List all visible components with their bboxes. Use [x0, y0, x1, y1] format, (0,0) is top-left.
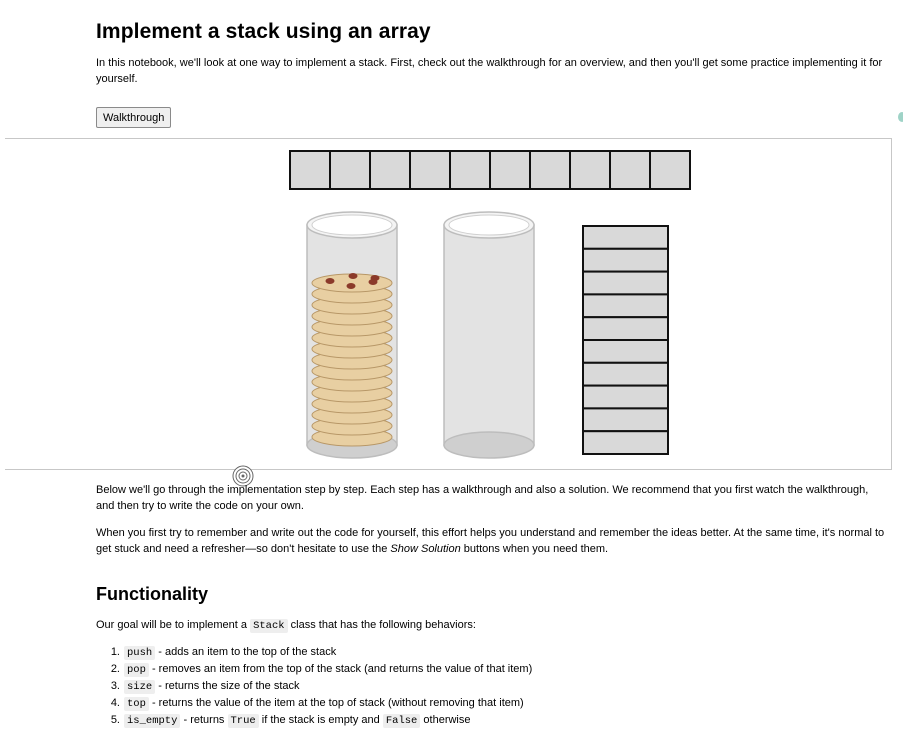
- array-cell: [609, 150, 651, 190]
- stack-slot: [582, 316, 669, 341]
- array-cell: [369, 150, 411, 190]
- true-code: True: [227, 714, 259, 728]
- method-description: - returns the size of the stack: [155, 680, 300, 692]
- stack-slot: [582, 361, 669, 387]
- stack-slot: [582, 407, 669, 433]
- paragraph-effort-tail: buttons when you need them.: [460, 543, 609, 555]
- method-description: - adds an item to the top of the stack: [155, 646, 337, 658]
- false-code: False: [382, 714, 421, 728]
- list-item: 5. is_empty - returns True if the stack i…: [96, 712, 532, 729]
- cookie-jar-opening: [311, 214, 393, 236]
- walkthrough-button[interactable]: Walkthrough: [96, 107, 172, 128]
- array-cell: [649, 150, 691, 190]
- method-code: push: [124, 646, 156, 660]
- empty-jar-base: [443, 431, 535, 459]
- list-number: 1.: [110, 646, 120, 658]
- method-description: - returns the value of the item at the t…: [148, 697, 524, 709]
- stack-slot: [582, 430, 669, 456]
- chocolate-chip: [370, 275, 380, 281]
- goal-text: Our goal will be to implement a Stack cl…: [96, 617, 886, 634]
- array-cell: [329, 150, 371, 190]
- list-number: 4.: [110, 697, 120, 709]
- chocolate-chip: [346, 283, 356, 289]
- list-item: 1. push - adds an item to the top of the …: [96, 644, 532, 661]
- array-cell: [449, 150, 491, 190]
- stack-slot: [582, 293, 669, 319]
- empty-jar-opening: [448, 214, 530, 236]
- list-item: 2. pop - removes an item from the top of …: [96, 661, 532, 678]
- paragraph-steps: Below we'll go through the implementatio…: [96, 484, 869, 512]
- goal-text-start: Our goal will be to implement a: [96, 619, 251, 631]
- paragraph-effort: When you first try to remember and write…: [96, 525, 886, 557]
- chocolate-chip: [325, 278, 335, 284]
- method-description-end: otherwise: [420, 714, 471, 726]
- stack-illustration: [289, 150, 691, 459]
- chocolate-chip: [348, 273, 358, 279]
- functionality-heading: Functionality: [96, 584, 208, 604]
- array-cell: [289, 150, 331, 190]
- method-code: is_empty: [124, 714, 181, 728]
- array-cell: [529, 150, 571, 190]
- method-code: top: [124, 697, 149, 711]
- goal-text-end: class that has the following behaviors:: [287, 619, 476, 631]
- list-number: 3.: [110, 680, 120, 692]
- behaviors-list: 1. push - adds an item to the top of the …: [96, 644, 532, 729]
- method-description: - removes an item from the top of the st…: [148, 663, 533, 675]
- list-number: 2.: [110, 663, 120, 675]
- stack-slot: [582, 270, 669, 296]
- stack-slot: [582, 247, 669, 273]
- stack-slot: [582, 384, 669, 410]
- stack-slot: [582, 339, 669, 364]
- stack-class-code: Stack: [250, 619, 288, 633]
- empty-jar-body: [443, 224, 535, 446]
- list-item: 3. size - returns the size of the stack: [96, 678, 532, 695]
- list-number: 5.: [110, 714, 120, 726]
- show-solution-emphasis: Show Solution: [390, 543, 461, 555]
- stack-slot: [582, 225, 669, 250]
- method-description: - returns: [180, 714, 228, 726]
- method-code: size: [124, 680, 156, 694]
- array-cell: [569, 150, 611, 190]
- output-cell[interactable]: [5, 138, 892, 470]
- array-cell: [489, 150, 531, 190]
- method-description-mid: if the stack is empty and: [258, 714, 383, 726]
- array-cell: [409, 150, 451, 190]
- list-item: 4. top - returns the value of the item at…: [96, 695, 532, 712]
- intro-text: In this notebook, we'll look at one way …: [96, 57, 883, 85]
- scroll-indicator: [898, 112, 903, 122]
- method-code: pop: [124, 663, 149, 677]
- page-title: Implement a stack using an array: [96, 20, 431, 43]
